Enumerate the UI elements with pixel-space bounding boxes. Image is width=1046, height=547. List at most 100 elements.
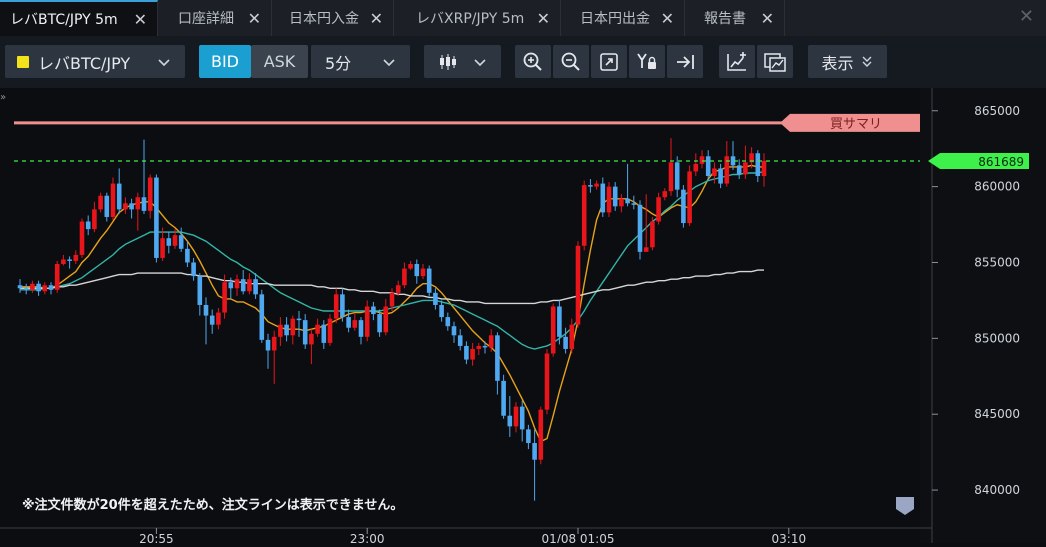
candle-body — [712, 168, 717, 176]
tab-label: レバXRP/JPY 5m — [416, 11, 525, 27]
candle-body — [104, 195, 110, 217]
candle-body — [284, 324, 289, 336]
close-icon[interactable]: ✕ — [661, 9, 674, 28]
candle-body — [743, 162, 748, 175]
close-icon[interactable]: ✕ — [248, 9, 261, 28]
candle-body — [203, 304, 209, 316]
tab-label: 口座詳細 — [178, 11, 234, 27]
chart-type-select[interactable] — [424, 45, 501, 78]
candle-body — [699, 156, 705, 164]
candle-body — [265, 339, 271, 351]
candle-body — [160, 238, 165, 258]
candle-body — [79, 221, 85, 255]
candle-body — [240, 279, 246, 292]
close-icon[interactable]: ✕ — [761, 9, 774, 28]
display-menu-button[interactable]: 表示 — [808, 45, 887, 78]
candle-body — [67, 259, 72, 261]
bid-button[interactable]: BID — [199, 45, 251, 78]
buy-summary-label: 買サマリ — [830, 117, 882, 132]
candle-body — [352, 320, 358, 328]
candle-body — [98, 195, 103, 210]
candle-body — [476, 345, 482, 349]
zoom-out-button[interactable] — [553, 45, 589, 78]
candle-body — [364, 306, 370, 337]
candle-body — [340, 294, 345, 318]
timeframe-select[interactable]: 5分 — [311, 45, 410, 78]
tab-jpy-withdrawal[interactable]: 日本円出金 ✕ — [570, 0, 685, 36]
close-icon[interactable]: ✕ — [134, 10, 147, 29]
chart-window-icon — [764, 52, 786, 72]
candle-body — [377, 314, 382, 333]
candle-body — [470, 348, 475, 360]
tab-xrp-jpy-5m[interactable]: レバXRP/JPY 5m ✕ — [406, 0, 561, 36]
candle-body — [606, 186, 612, 213]
candle-body — [402, 268, 407, 286]
symbol-select[interactable]: レバBTC/JPY — [5, 45, 185, 78]
candle-body — [420, 268, 426, 277]
candle-body — [309, 333, 314, 345]
candle-body — [30, 283, 35, 290]
y-tick-label: 850000 — [974, 331, 1020, 345]
candle-body — [315, 324, 320, 334]
candle-body — [278, 324, 283, 337]
zoom-in-icon — [523, 52, 542, 71]
candle-body — [197, 276, 203, 305]
candle-body — [271, 336, 277, 351]
candle-body — [333, 294, 339, 319]
candle-body — [191, 262, 196, 277]
zoom-out-icon — [561, 52, 580, 71]
candle-body — [290, 318, 296, 336]
fit-button[interactable] — [591, 45, 627, 78]
display-label: 表示 — [821, 53, 854, 73]
ask-button[interactable]: ASK — [251, 45, 308, 78]
add-indicator-button[interactable] — [719, 45, 755, 78]
close-icon[interactable]: ✕ — [370, 9, 383, 28]
zoom-in-button[interactable] — [515, 45, 551, 78]
close-icon[interactable]: ✕ — [537, 9, 550, 28]
price-chart[interactable]: 買サマリ 861689 865000 860000 855000 850000 84500… — [0, 88, 1046, 546]
candle-body — [135, 197, 141, 210]
candle-body — [129, 203, 134, 210]
candle-body — [395, 285, 401, 293]
y-tick-label: 840000 — [974, 483, 1020, 497]
candle-body — [371, 306, 376, 315]
candle-body — [445, 317, 451, 327]
candle-body — [631, 203, 637, 205]
candle-body — [116, 183, 122, 210]
jump-latest-button[interactable] — [667, 45, 703, 78]
candle-body — [724, 156, 730, 184]
expand-panel-icon[interactable]: » — [0, 92, 6, 103]
window-close-icon[interactable]: ✕ — [1019, 6, 1034, 27]
candle-body — [482, 345, 488, 348]
candle-body — [141, 197, 147, 211]
jump-latest-icon — [677, 54, 694, 69]
candle-body — [36, 283, 41, 292]
candle-body — [507, 415, 513, 427]
chart-window-button[interactable] — [757, 45, 793, 78]
candle-body — [581, 185, 587, 246]
tab-jpy-deposit[interactable]: 日本円入金 ✕ — [279, 0, 394, 36]
candle-body — [346, 317, 351, 328]
tab-btc-jpy-5m[interactable]: レバBTC/JPY 5m ✕ — [0, 0, 158, 36]
chart-area[interactable]: 買サマリ 861689 865000 860000 855000 850000 84500… — [0, 88, 1046, 546]
candle-body — [495, 335, 500, 381]
candle-body — [705, 156, 711, 176]
candle-body — [532, 443, 537, 460]
candle-body — [650, 221, 655, 248]
candle-body — [61, 259, 66, 264]
candle-body — [48, 285, 54, 290]
candle-body — [625, 198, 630, 204]
tab-report[interactable]: 報告書 ✕ — [694, 0, 785, 36]
tab-label: 報告書 — [704, 11, 746, 27]
y-tick-label: 855000 — [974, 255, 1020, 269]
candle-body — [54, 264, 60, 290]
y-lock-button[interactable] — [629, 45, 665, 78]
candle-body — [178, 235, 184, 249]
candle-body — [426, 268, 432, 293]
candle-body — [612, 186, 618, 207]
candle-body — [253, 279, 258, 295]
tab-account-details[interactable]: 口座詳細 ✕ — [168, 0, 272, 36]
candle-body — [17, 285, 23, 289]
candle-body — [185, 248, 190, 263]
candle-body — [643, 247, 649, 252]
